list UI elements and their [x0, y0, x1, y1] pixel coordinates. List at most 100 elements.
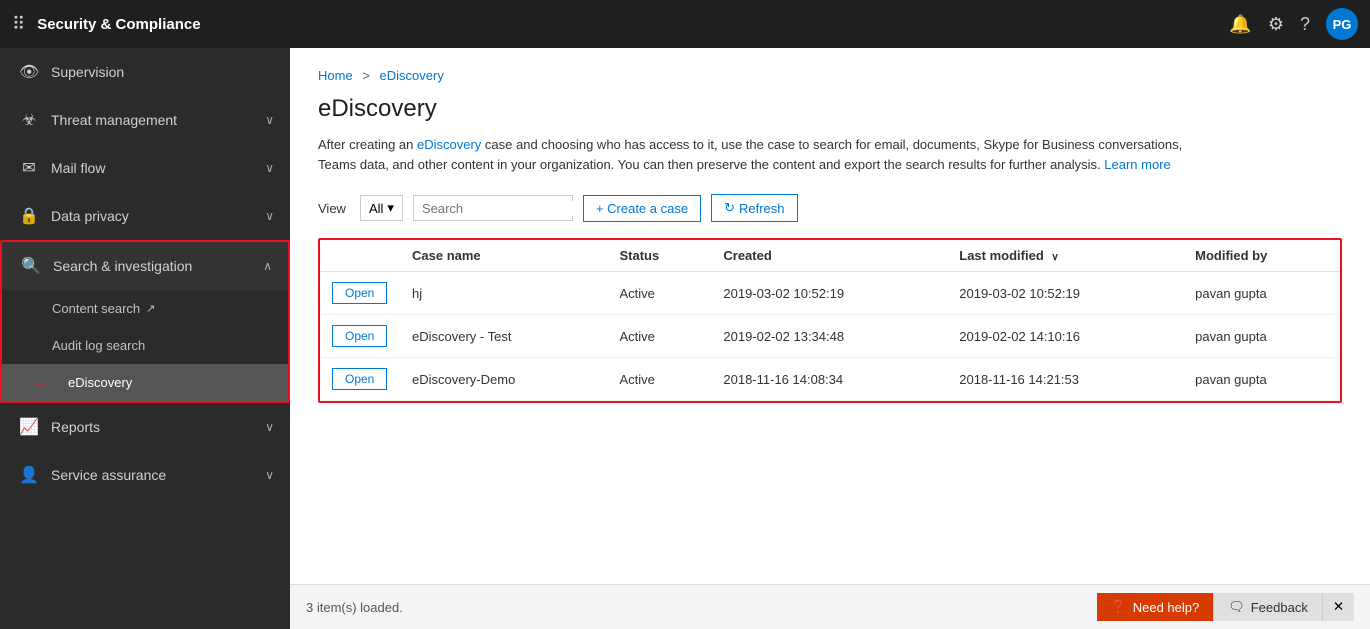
question-icon[interactable]: ?	[1300, 14, 1310, 35]
open-btn-cell-3: Open	[320, 358, 400, 401]
topbar-icons: 🔔 ⚙ ? PG	[1229, 8, 1358, 40]
page-title: eDiscovery	[318, 95, 1342, 123]
content-area: Home > eDiscovery eDiscovery After creat…	[290, 48, 1370, 629]
grid-icon[interactable]: ⠿	[12, 14, 25, 35]
sidebar-sub-item-ediscovery[interactable]: → eDiscovery	[2, 364, 288, 401]
lock-icon: 🔒	[19, 206, 39, 226]
breadcrumb-home[interactable]: Home	[318, 68, 353, 83]
sidebar-item-data-privacy[interactable]: 🔒 Data privacy ∨	[0, 192, 290, 240]
open-button-3[interactable]: Open	[332, 368, 387, 390]
breadcrumb: Home > eDiscovery	[318, 68, 1342, 83]
open-button-1[interactable]: Open	[332, 282, 387, 304]
last-modified-cell-2: 2019-02-02 14:10:16	[947, 315, 1183, 358]
sidebar-label-data-privacy: Data privacy	[51, 208, 265, 224]
cases-table-wrapper: Case name Status Created Last modified ∨…	[318, 238, 1342, 403]
view-label: View	[318, 201, 346, 216]
sidebar-label-reports: Reports	[51, 419, 265, 435]
chevron-down-icon: ∨	[265, 113, 274, 127]
case-name-cell-3: eDiscovery-Demo	[400, 358, 608, 401]
open-button-2[interactable]: Open	[332, 325, 387, 347]
breadcrumb-separator: >	[362, 68, 370, 83]
search-input[interactable]	[422, 201, 598, 216]
th-created: Created	[711, 240, 947, 272]
cases-table: Case name Status Created Last modified ∨…	[320, 240, 1340, 401]
reports-icon: 📈	[19, 417, 39, 437]
table-row: Open eDiscovery-Demo Active 2018-11-16 1…	[320, 358, 1340, 401]
feedback-label: Feedback	[1251, 600, 1308, 615]
table-body: Open hj Active 2019-03-02 10:52:19 2019-…	[320, 272, 1340, 401]
sidebar-label-supervision: Supervision	[51, 64, 274, 80]
desc-text: After creating an eDiscovery case and ch…	[318, 137, 1182, 172]
close-icon: ✕	[1333, 599, 1344, 614]
chevron-up-icon: ∧	[263, 259, 272, 273]
refresh-button[interactable]: ↻ Refresh	[711, 194, 797, 222]
question-circle-icon: ❓	[1111, 599, 1127, 615]
search-box: 🔍	[413, 195, 573, 221]
sidebar-item-search-investigation[interactable]: 🔍 Search & investigation ∧	[2, 242, 288, 290]
sidebar-label-service: Service assurance	[51, 467, 265, 483]
case-name-cell-1: hj	[400, 272, 608, 315]
status-cell-2: Active	[608, 315, 712, 358]
ediscovery-link[interactable]: eDiscovery	[417, 137, 481, 152]
view-select[interactable]: All ▾	[360, 195, 403, 221]
status-bar: 3 item(s) loaded. ❓ Need help? 🗨 Feedbac…	[290, 584, 1370, 629]
modified-by-cell-1: pavan gupta	[1183, 272, 1340, 315]
breadcrumb-current: eDiscovery	[380, 68, 444, 83]
sidebar-item-threat-management[interactable]: ☣ Threat management ∨	[0, 96, 290, 144]
last-modified-cell-3: 2018-11-16 14:21:53	[947, 358, 1183, 401]
gear-icon[interactable]: ⚙	[1268, 14, 1284, 35]
view-value: All	[369, 201, 383, 216]
refresh-label: Refresh	[739, 201, 785, 216]
sidebar-label-search: Search & investigation	[53, 258, 263, 274]
need-help-button[interactable]: ❓ Need help?	[1097, 593, 1214, 621]
created-cell-3: 2018-11-16 14:08:34	[711, 358, 947, 401]
feedback-icon: 🗨	[1228, 599, 1245, 615]
open-btn-cell-1: Open	[320, 272, 400, 315]
create-case-label: + Create a case	[596, 201, 688, 216]
sidebar-item-supervision[interactable]: 👁 Supervision	[0, 48, 290, 96]
th-open	[320, 240, 400, 272]
table-header: Case name Status Created Last modified ∨…	[320, 240, 1340, 272]
table-row: Open hj Active 2019-03-02 10:52:19 2019-…	[320, 272, 1340, 315]
status-cell-3: Active	[608, 358, 712, 401]
chevron-down-icon: ∨	[265, 420, 274, 434]
sidebar: 👁 Supervision ☣ Threat management ∨ ✉ Ma…	[0, 48, 290, 629]
chevron-down-icon: ∨	[265, 468, 274, 482]
toolbar: View All ▾ 🔍 + Create a case ↻ Refresh	[318, 194, 1342, 222]
search-nav-icon: 🔍	[21, 256, 41, 276]
main-layout: 👁 Supervision ☣ Threat management ∨ ✉ Ma…	[0, 48, 1370, 629]
topbar: ⠿ Security & Compliance 🔔 ⚙ ? PG	[0, 0, 1370, 48]
mail-icon: ✉	[19, 158, 39, 178]
learn-more-link[interactable]: Learn more	[1104, 157, 1170, 172]
th-modified-by: Modified by	[1183, 240, 1340, 272]
service-icon: 👤	[19, 465, 39, 485]
close-status-button[interactable]: ✕	[1322, 593, 1354, 621]
case-name-cell-2: eDiscovery - Test	[400, 315, 608, 358]
avatar[interactable]: PG	[1326, 8, 1358, 40]
sidebar-item-service-assurance[interactable]: 👤 Service assurance ∨	[0, 451, 290, 499]
items-loaded-text: 3 item(s) loaded.	[306, 600, 403, 615]
status-right: ❓ Need help? 🗨 Feedback ✕	[1097, 593, 1354, 621]
sidebar-item-reports[interactable]: 📈 Reports ∨	[0, 403, 290, 451]
content-scroll: Home > eDiscovery eDiscovery After creat…	[290, 48, 1370, 629]
need-help-label: Need help?	[1133, 600, 1200, 615]
sidebar-sub-item-audit-log[interactable]: Audit log search	[2, 327, 288, 364]
feedback-button[interactable]: 🗨 Feedback	[1213, 593, 1322, 621]
page-description: After creating an eDiscovery case and ch…	[318, 135, 1218, 174]
create-case-button[interactable]: + Create a case	[583, 195, 701, 222]
created-cell-2: 2019-02-02 13:34:48	[711, 315, 947, 358]
chevron-down-icon: ∨	[265, 209, 274, 223]
status-cell-1: Active	[608, 272, 712, 315]
supervision-icon: 👁	[19, 62, 39, 82]
open-btn-cell-2: Open	[320, 315, 400, 358]
th-last-modified[interactable]: Last modified ∨	[947, 240, 1183, 272]
app-title: Security & Compliance	[37, 16, 1229, 33]
view-chevron-icon: ▾	[387, 200, 394, 216]
sidebar-label-threat: Threat management	[51, 112, 265, 128]
sidebar-item-mail-flow[interactable]: ✉ Mail flow ∨	[0, 144, 290, 192]
bell-icon[interactable]: 🔔	[1229, 14, 1251, 35]
sidebar-sub-item-content-search[interactable]: Content search ↗	[2, 290, 288, 327]
search-investigation-section: 🔍 Search & investigation ∧ Content searc…	[0, 240, 290, 403]
modified-by-cell-2: pavan gupta	[1183, 315, 1340, 358]
last-modified-cell-1: 2019-03-02 10:52:19	[947, 272, 1183, 315]
